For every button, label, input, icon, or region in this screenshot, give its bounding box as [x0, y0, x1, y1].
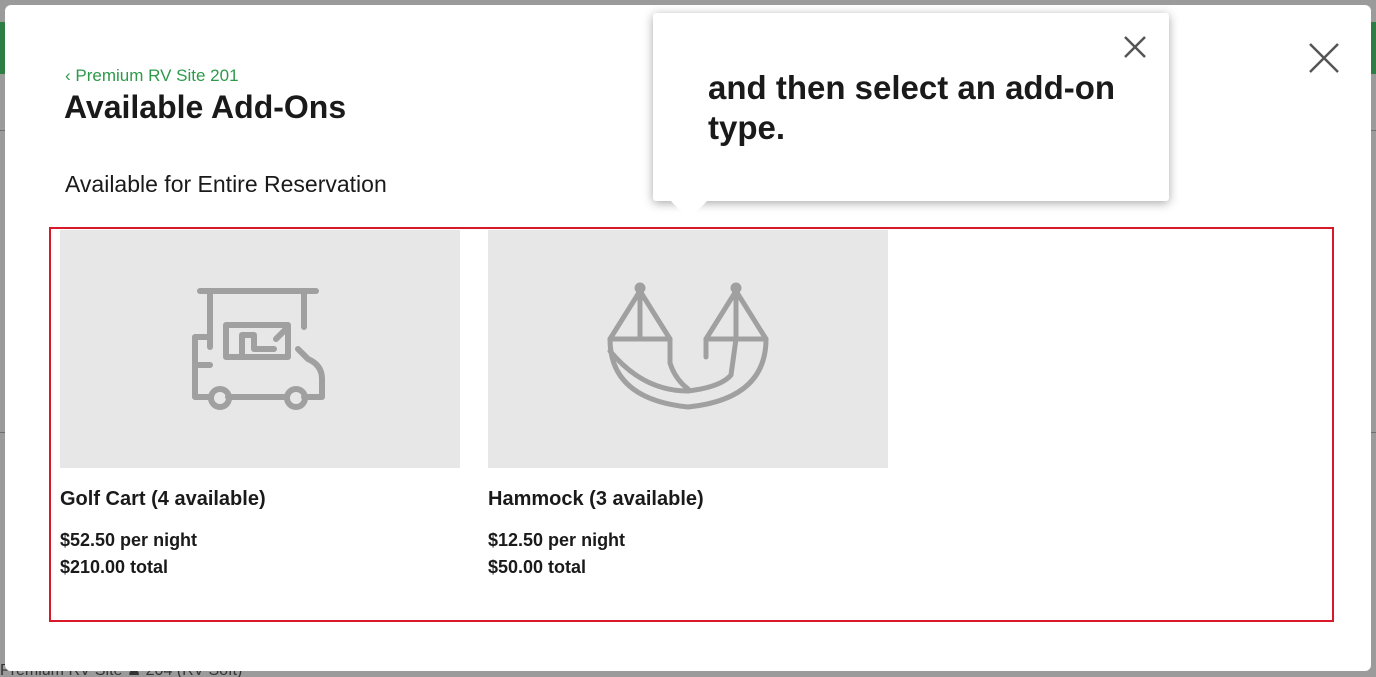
breadcrumb-back-link[interactable]: ‹ Premium RV Site 201: [65, 66, 239, 86]
addon-price-per-night: $52.50 per night: [60, 530, 198, 550]
close-icon[interactable]: [1305, 39, 1343, 77]
addon-card-golf-cart[interactable]: Golf Cart (4 available) $52.50 per night…: [60, 230, 460, 581]
golf-cart-icon: [192, 287, 325, 410]
page-title: Available Add-Ons: [64, 89, 347, 125]
addon-name: Golf Cart (4 available): [60, 488, 266, 510]
tooltip-pointer: [670, 200, 708, 220]
close-icon[interactable]: [1121, 33, 1149, 61]
section-title: Available for Entire Reservation: [65, 171, 387, 197]
tooltip-text: and then select an add-on type.: [708, 69, 1116, 146]
addon-price-per-night: $12.50 per night: [488, 530, 626, 550]
addon-price-total: $210.00 total: [60, 557, 169, 577]
addon-price-total: $50.00 total: [488, 557, 587, 577]
addon-card-image: [60, 230, 460, 468]
hammock-icon: [607, 282, 769, 410]
walkthrough-tooltip: and then select an add-on type.: [653, 13, 1169, 201]
addon-card-image: [488, 230, 888, 468]
addon-name: Hammock (3 available): [488, 488, 704, 510]
addon-card-hammock[interactable]: Hammock (3 available) $12.50 per night $…: [488, 230, 888, 581]
